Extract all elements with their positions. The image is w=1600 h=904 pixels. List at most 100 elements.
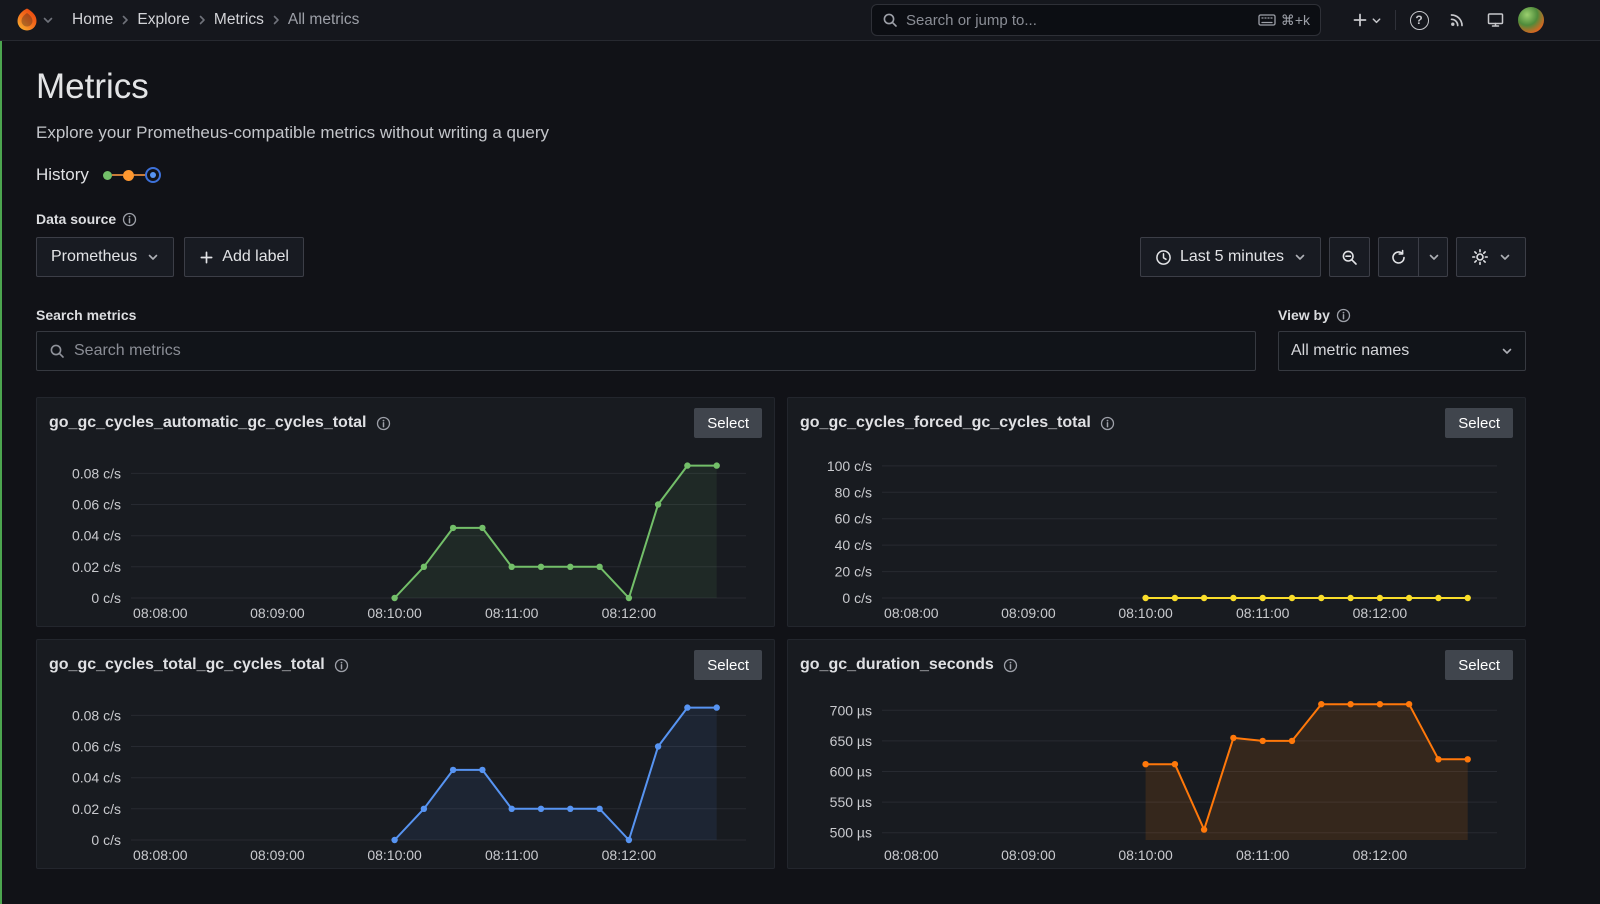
search-icon — [49, 343, 65, 359]
kiosk-mode-button[interactable] — [1480, 5, 1510, 35]
news-rss-button[interactable] — [1442, 5, 1472, 35]
plus-icon — [199, 250, 214, 265]
svg-text:0 c/s: 0 c/s — [842, 590, 872, 606]
metric-search-box[interactable] — [36, 331, 1256, 371]
help-button[interactable]: ? — [1404, 5, 1434, 35]
history-step-1[interactable] — [102, 170, 112, 180]
right-controls: Last 5 minutes — [1139, 237, 1526, 277]
breadcrumb-home[interactable]: Home — [72, 11, 113, 29]
svg-text:08:09:00: 08:09:00 — [1001, 605, 1056, 621]
metric-chart[interactable]: 0 c/s 20 c/s 40 c/s 60 c/s 80 c/s 100 c/s 08:0… — [800, 440, 1513, 624]
shortcut-label: ⌘+k — [1280, 11, 1310, 28]
info-icon[interactable] — [1100, 416, 1115, 431]
info-icon[interactable] — [334, 658, 349, 673]
svg-text:08:08:00: 08:08:00 — [884, 605, 939, 621]
chevron-down-icon — [1499, 251, 1511, 263]
metric-chart[interactable]: 500 µs 550 µs 600 µs 650 µs 700 µs 08:08:00 08… — [800, 682, 1513, 866]
datasource-picker[interactable]: Prometheus — [36, 237, 175, 277]
metric-panel: go_gc_duration_seconds Select 500 µs 550 … — [787, 639, 1526, 869]
settings-button[interactable] — [1456, 237, 1526, 277]
breadcrumb-explore[interactable]: Explore — [137, 11, 190, 29]
svg-text:08:09:00: 08:09:00 — [250, 605, 305, 621]
left-controls: Prometheus Add label — [36, 237, 304, 277]
metric-chart[interactable]: 0 c/s 0.02 c/s 0.04 c/s 0.06 c/s 0.08 c/s 08:… — [49, 682, 762, 866]
controls-row: Prometheus Add label Last 5 minutes — [36, 237, 1526, 277]
select-button[interactable]: Select — [1445, 408, 1513, 438]
view-by-dropdown[interactable]: All metric names — [1278, 331, 1526, 371]
panel-header: go_gc_cycles_total_gc_cycles_total Selec… — [49, 650, 762, 680]
refresh-interval-button[interactable] — [1418, 237, 1448, 277]
view-by-label: View by — [1278, 307, 1330, 323]
metric-panel: go_gc_cycles_total_gc_cycles_total Selec… — [36, 639, 775, 869]
page-subtitle: Explore your Prometheus-compatible metri… — [36, 123, 550, 142]
panel-header: go_gc_duration_seconds Select — [800, 650, 1513, 680]
svg-text:700 µs: 700 µs — [830, 702, 872, 718]
search-icon — [882, 12, 898, 28]
time-range-picker[interactable]: Last 5 minutes — [1139, 237, 1321, 277]
svg-text:60 c/s: 60 c/s — [835, 511, 872, 527]
metric-name: go_gc_cycles_automatic_gc_cycles_total — [49, 414, 367, 431]
svg-text:0.02 c/s: 0.02 c/s — [72, 801, 121, 817]
svg-text:0.08 c/s: 0.08 c/s — [72, 465, 121, 481]
svg-text:08:10:00: 08:10:00 — [1118, 605, 1173, 621]
new-menu-button[interactable] — [1347, 5, 1387, 35]
global-search-input[interactable] — [906, 11, 1250, 29]
datasource-value: Prometheus — [51, 248, 138, 265]
info-icon[interactable] — [122, 212, 137, 227]
history-step-2[interactable] — [122, 169, 134, 181]
refresh-icon — [1390, 249, 1407, 266]
breadcrumb-metrics[interactable]: Metrics — [214, 11, 264, 29]
select-button[interactable]: Select — [1445, 650, 1513, 680]
grafana-logo-icon — [14, 7, 40, 33]
chevron-down-icon — [1428, 251, 1440, 263]
select-button[interactable]: Select — [694, 650, 762, 680]
user-avatar[interactable] — [1518, 7, 1544, 33]
chevron-right-icon — [119, 14, 131, 26]
svg-text:08:11:00: 08:11:00 — [1236, 847, 1290, 863]
global-search-box[interactable]: ⌘+k — [871, 4, 1321, 36]
chevron-down-icon — [1501, 345, 1513, 357]
svg-text:08:08:00: 08:08:00 — [133, 847, 188, 863]
history-connector — [133, 174, 145, 176]
history-step-current[interactable] — [144, 167, 161, 183]
svg-text:08:12:00: 08:12:00 — [602, 847, 657, 863]
info-icon[interactable] — [376, 416, 391, 431]
org-switcher[interactable] — [14, 7, 54, 33]
svg-text:0.02 c/s: 0.02 c/s — [72, 559, 121, 575]
svg-text:08:08:00: 08:08:00 — [133, 605, 188, 621]
history-row: History — [36, 165, 1526, 185]
svg-text:0 c/s: 0 c/s — [91, 832, 121, 848]
chevron-down-icon — [1294, 251, 1306, 263]
left-accent-bar — [0, 41, 2, 904]
svg-text:08:09:00: 08:09:00 — [250, 847, 305, 863]
navbar: Home Explore Metrics All metrics ⌘+k — [0, 0, 1600, 41]
nav-left: Home Explore Metrics All metrics — [14, 7, 359, 33]
view-by-label-row: View by — [1278, 307, 1526, 323]
info-icon[interactable] — [1003, 658, 1018, 673]
search-row: Search metrics View by All metric names — [36, 307, 1526, 371]
metric-search-input[interactable] — [74, 342, 1243, 360]
add-label-text: Add label — [222, 248, 289, 265]
svg-text:80 c/s: 80 c/s — [835, 484, 872, 500]
gear-icon — [1471, 248, 1489, 266]
svg-text:08:09:00: 08:09:00 — [1001, 847, 1056, 863]
history-connector — [111, 174, 123, 176]
rss-icon — [1449, 12, 1465, 28]
add-label-button[interactable]: Add label — [184, 237, 304, 277]
select-button[interactable]: Select — [694, 408, 762, 438]
metric-name: go_gc_cycles_forced_gc_cycles_total — [800, 414, 1091, 431]
nav-right: ? — [1347, 5, 1544, 35]
breadcrumb-all-metrics: All metrics — [287, 11, 360, 28]
datasource-label: Data source — [36, 211, 117, 227]
refresh-button[interactable] — [1378, 237, 1419, 277]
metric-name: go_gc_cycles_total_gc_cycles_total — [49, 656, 325, 673]
zoom-out-button[interactable] — [1329, 237, 1370, 277]
svg-text:0.04 c/s: 0.04 c/s — [72, 528, 121, 544]
metric-chart[interactable]: 0 c/s 0.02 c/s 0.04 c/s 0.06 c/s 0.08 c/s 08:… — [49, 440, 762, 624]
keyboard-shortcut-hint: ⌘+k — [1258, 12, 1310, 29]
info-icon[interactable] — [1336, 308, 1351, 323]
svg-text:08:11:00: 08:11:00 — [485, 605, 539, 621]
svg-text:600 µs: 600 µs — [830, 764, 872, 780]
page-title: Metrics — [36, 67, 149, 106]
search-metrics-label: Search metrics — [36, 307, 137, 323]
